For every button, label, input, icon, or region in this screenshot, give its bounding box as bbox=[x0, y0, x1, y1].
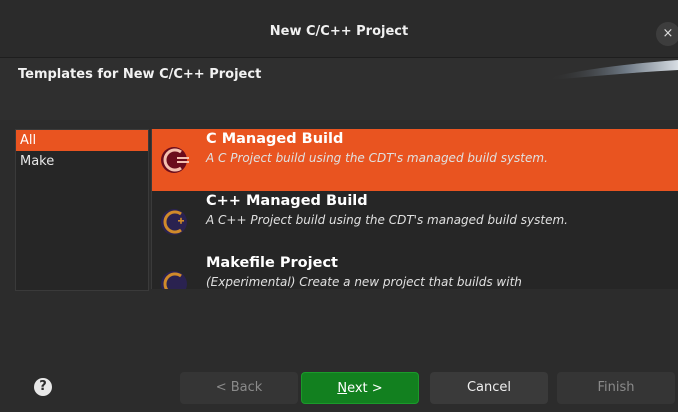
cdt-c-icon bbox=[161, 147, 189, 173]
next-mnemonic: N bbox=[337, 381, 348, 396]
cdt-cpp-icon bbox=[161, 209, 187, 235]
category-item-all[interactable]: All bbox=[16, 130, 148, 151]
category-list[interactable]: All Make bbox=[15, 129, 149, 291]
close-button[interactable]: × bbox=[656, 22, 678, 46]
wizard-header: Templates for New C/C++ Project bbox=[0, 58, 678, 120]
template-description: A C++ Project build using the CDT's mana… bbox=[206, 213, 568, 227]
help-icon[interactable]: ? bbox=[34, 378, 52, 396]
category-item-make[interactable]: Make bbox=[16, 151, 148, 172]
template-description: (Experimental) Create a new project that… bbox=[206, 275, 522, 289]
cancel-button[interactable]: Cancel bbox=[430, 372, 548, 404]
template-title: C Managed Build bbox=[206, 131, 344, 147]
dialog-title: New C/C++ Project bbox=[269, 24, 409, 39]
template-list[interactable]: C Managed Build A C Project build using … bbox=[151, 129, 678, 289]
template-title: Makefile Project bbox=[206, 255, 338, 271]
title-bar: New C/C++ Project × bbox=[0, 0, 678, 58]
next-button[interactable]: Next > bbox=[301, 372, 419, 404]
button-bar: ? < Back Next > Cancel Finish bbox=[0, 360, 678, 412]
template-item-makefile-project[interactable]: Makefile Project (Experimental) Create a… bbox=[152, 253, 678, 289]
template-item-c-managed-build[interactable]: C Managed Build A C Project build using … bbox=[152, 129, 678, 191]
cdt-make-icon bbox=[161, 271, 187, 289]
back-button[interactable]: < Back bbox=[180, 372, 298, 404]
template-description: A C Project build using the CDT's manage… bbox=[206, 151, 548, 165]
template-item-cpp-managed-build[interactable]: C++ Managed Build A C++ Project build us… bbox=[152, 191, 678, 253]
template-title: C++ Managed Build bbox=[206, 193, 368, 209]
next-label: ext > bbox=[347, 381, 383, 396]
wizard-header-title: Templates for New C/C++ Project bbox=[18, 67, 262, 82]
finish-button[interactable]: Finish bbox=[557, 372, 675, 404]
template-selection-area: All Make C Managed Build A C Project bui… bbox=[0, 120, 678, 291]
banner-graphic bbox=[548, 60, 678, 80]
